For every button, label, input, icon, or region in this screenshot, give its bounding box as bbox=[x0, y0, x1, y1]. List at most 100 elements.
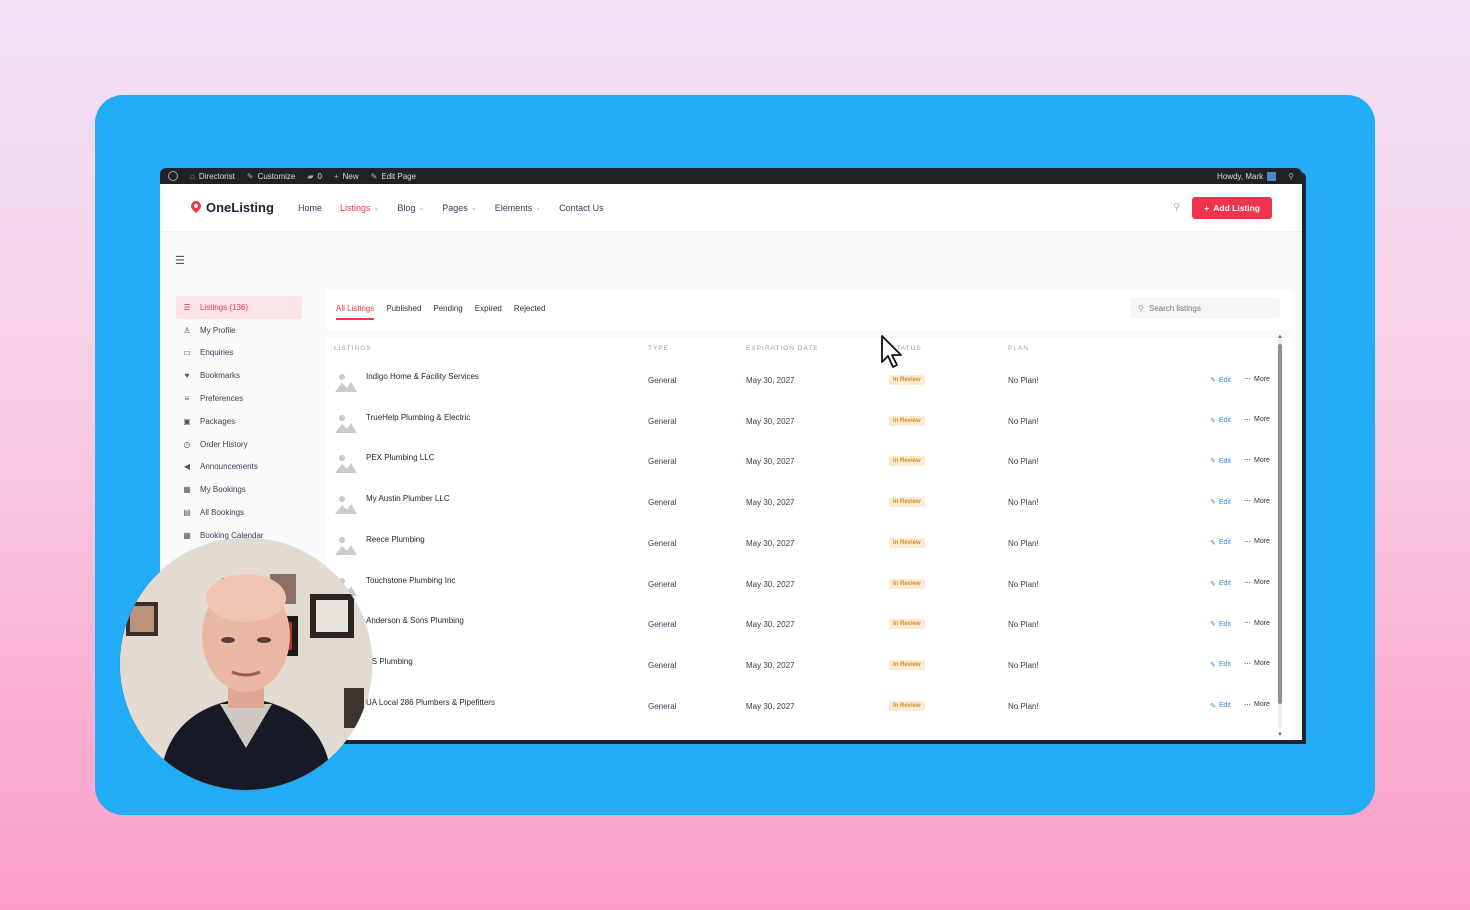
sidebar-item-listings-136[interactable]: ☰ Listings (136) bbox=[176, 296, 302, 319]
search-icon[interactable]: ⚲ bbox=[1173, 202, 1180, 213]
scroll-down-icon[interactable]: ▼ bbox=[1277, 732, 1283, 738]
edit-label: Edit bbox=[1218, 417, 1231, 425]
tab-rejected[interactable]: Rejected bbox=[514, 304, 546, 313]
admin-new-link[interactable]: + New bbox=[334, 172, 359, 181]
edit-label: Edit bbox=[1218, 580, 1231, 587]
sidebar-item-announcements[interactable]: ◀ Announcements bbox=[176, 456, 302, 479]
edit-button[interactable]: ✎ Edit bbox=[1210, 417, 1231, 425]
listing-title[interactable]: My Austin Plumber LLC bbox=[366, 494, 450, 503]
sidebar-item-bookmarks[interactable]: ♥ Bookmarks bbox=[176, 364, 302, 387]
listing-title[interactable]: TrueHelp Plumbing & Electric bbox=[366, 413, 470, 422]
sidebar-item-label: Order History bbox=[200, 439, 248, 449]
sidebar-item-all-bookings[interactable]: ▤ All Bookings bbox=[176, 501, 302, 524]
search-input[interactable] bbox=[1148, 303, 1269, 313]
column-header: EXPIRATION DATE bbox=[746, 345, 819, 352]
more-button[interactable]: ⋯ More bbox=[1244, 416, 1270, 424]
sidebar-item-my-bookings[interactable]: ▦ My Bookings bbox=[176, 478, 302, 501]
search-icon[interactable]: ⚲ bbox=[1288, 172, 1294, 181]
avatar bbox=[1267, 171, 1277, 181]
listing-expiration: May 30, 2027 bbox=[746, 660, 795, 670]
menu-icon[interactable]: ☰ bbox=[175, 254, 185, 267]
tab-published[interactable]: Published bbox=[386, 304, 421, 313]
nav-pages[interactable]: Pages ⌄ bbox=[442, 203, 476, 213]
column-header: TYPE bbox=[648, 345, 669, 352]
more-button[interactable]: ⋯ More bbox=[1244, 538, 1270, 546]
admin-customize-link[interactable]: ✎ Customize bbox=[247, 172, 296, 181]
sidebar-item-enquiries[interactable]: ▭ Enquiries bbox=[176, 342, 302, 365]
listing-title[interactable]: Indigo Home & Facility Services bbox=[366, 372, 479, 381]
list-icon: ☰ bbox=[183, 302, 191, 312]
more-button[interactable]: ⋯ More bbox=[1244, 660, 1270, 668]
edit-button[interactable]: ✎ Edit bbox=[1210, 457, 1231, 466]
tab-all-listings[interactable]: All Listings bbox=[336, 304, 375, 320]
edit-button[interactable]: ✎ Edit bbox=[1210, 498, 1231, 507]
search-box: ⚲ bbox=[1130, 298, 1280, 318]
table-row: Touchstone Plumbing Inc General May 30, 20… bbox=[326, 568, 1292, 609]
table-row: Reece Plumbing General May 30, 2027 In Revi… bbox=[326, 527, 1292, 568]
ellipsis-icon: ⋯ bbox=[1244, 457, 1251, 465]
listing-title[interactable]: Touchstone Plumbing Inc bbox=[366, 576, 455, 585]
sidebar-item-preferences[interactable]: ≡ Preferences bbox=[176, 387, 302, 410]
nav-contact[interactable]: Contact Us bbox=[559, 203, 604, 213]
nav-home[interactable]: Home bbox=[298, 203, 322, 213]
nav-blog[interactable]: Blog ⌄ bbox=[397, 203, 424, 213]
status-badge: In Review bbox=[889, 415, 925, 426]
more-label: More bbox=[1254, 579, 1270, 586]
status-badge: In Review bbox=[889, 700, 925, 711]
listing-title[interactable]: Reece Plumbing bbox=[366, 535, 425, 544]
ellipsis-icon: ⋯ bbox=[1244, 538, 1251, 546]
edit-icon: ✎ bbox=[1210, 377, 1216, 384]
site-logo[interactable]: OneListing bbox=[188, 198, 298, 215]
nav-label: Pages bbox=[442, 202, 468, 213]
more-button[interactable]: ⋯ More bbox=[1244, 456, 1270, 465]
admin-account-link[interactable]: Howdy, Mark bbox=[1217, 171, 1277, 181]
edit-button[interactable]: ✎ Edit bbox=[1210, 376, 1231, 385]
sidebar-item-my-profile[interactable]: ♙ My Profile bbox=[176, 319, 302, 342]
nav-listings[interactable]: Listings ⌄ bbox=[340, 203, 379, 213]
listing-title[interactable]: UA Local 286 Plumbers & Pipefitters bbox=[366, 698, 495, 707]
wordpress-icon[interactable] bbox=[168, 171, 178, 181]
edit-button[interactable]: ✎ Edit bbox=[1210, 539, 1231, 547]
listing-type: General bbox=[648, 457, 677, 467]
admin-site-link[interactable]: ⌂ Directorist bbox=[190, 172, 235, 181]
ellipsis-icon: ⋯ bbox=[1244, 620, 1251, 628]
listing-plan: No Plan! bbox=[1008, 376, 1039, 385]
edit-button[interactable]: ✎ Edit bbox=[1210, 620, 1231, 629]
status-badge: In Review bbox=[889, 456, 925, 467]
listing-title[interactable]: Anderson & Sons Plumbing bbox=[366, 616, 464, 625]
tab-expired[interactable]: Expired bbox=[475, 304, 502, 313]
pencil-icon: ✎ bbox=[370, 171, 378, 181]
nav-label: Contact Us bbox=[559, 202, 604, 213]
more-label: More bbox=[1254, 538, 1270, 546]
more-button[interactable]: ⋯ More bbox=[1244, 701, 1270, 709]
table-row: NS Plumbing General May 30, 2027 In Review N… bbox=[326, 649, 1292, 690]
mouse-cursor-icon bbox=[881, 335, 902, 368]
add-listing-button[interactable]: + Add Listing bbox=[1192, 196, 1272, 219]
chevron-down-icon: ⌄ bbox=[470, 204, 477, 212]
more-button[interactable]: ⋯ More bbox=[1244, 375, 1270, 384]
listing-expiration: May 30, 2027 bbox=[746, 376, 795, 385]
more-button[interactable]: ⋯ More bbox=[1244, 497, 1270, 506]
sidebar-item-packages[interactable]: ▣ Packages bbox=[176, 410, 302, 433]
edit-button[interactable]: ✎ Edit bbox=[1210, 702, 1231, 710]
more-button[interactable]: ⋯ More bbox=[1244, 579, 1270, 587]
listing-title[interactable]: PEX Plumbing LLC bbox=[366, 453, 434, 462]
admin-edit-page-link[interactable]: ✎ Edit Page bbox=[371, 172, 416, 181]
edit-button[interactable]: ✎ Edit bbox=[1210, 580, 1231, 588]
admin-comments-link[interactable]: ▰ 0 bbox=[307, 172, 322, 181]
tab-pending[interactable]: Pending bbox=[433, 304, 462, 313]
table-row: My Austin Plumber LLC General May 30, 2027… bbox=[326, 486, 1292, 527]
listing-thumbnail bbox=[334, 451, 358, 476]
edit-button[interactable]: ✎ Edit bbox=[1210, 661, 1231, 669]
column-header: PLAN bbox=[1008, 345, 1029, 352]
listing-title[interactable]: NS Plumbing bbox=[366, 657, 413, 666]
admin-customize-label: Customize bbox=[257, 171, 296, 181]
sidebar-item-order-history[interactable]: ◷ Order History bbox=[176, 433, 302, 456]
ellipsis-icon: ⋯ bbox=[1244, 579, 1251, 587]
scroll-up-icon[interactable]: ▲ bbox=[1277, 334, 1283, 340]
sidebar-item-label: Enquiries bbox=[200, 348, 234, 358]
more-button[interactable]: ⋯ More bbox=[1244, 619, 1270, 628]
plus-icon: + bbox=[333, 171, 339, 181]
nav-label: Blog bbox=[397, 202, 416, 213]
nav-elements[interactable]: Elements ⌄ bbox=[495, 203, 541, 213]
